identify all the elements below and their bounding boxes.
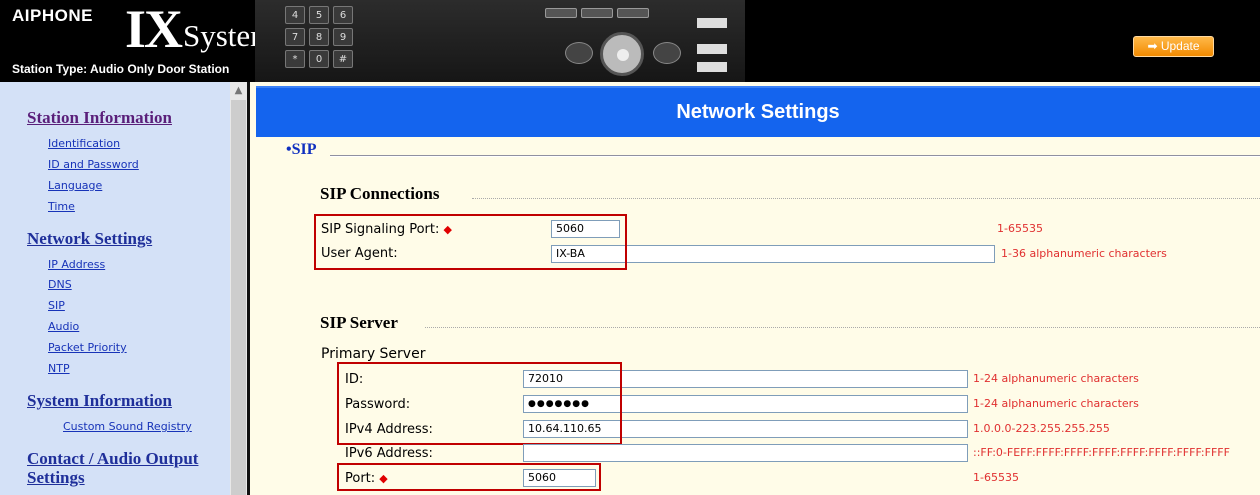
keypad-key: 9 [333, 28, 353, 46]
sidebar-item-ip-address[interactable]: IP Address [48, 258, 105, 271]
sidebar-section-contact-audio-output-line2[interactable]: Settings [27, 468, 85, 488]
sidebar-item-id-password[interactable]: ID and Password [48, 158, 139, 171]
sidebar-item-dns[interactable]: DNS [48, 278, 72, 291]
keypad-key: # [333, 50, 353, 68]
highlight-box [337, 362, 622, 445]
device-nav-pad [600, 32, 644, 76]
device-top-buttons [545, 8, 649, 18]
section-heading-sip: •SIP [286, 141, 317, 158]
ipv6-address-label: IPv6 Address: [345, 446, 433, 461]
keypad-key: 5 [309, 6, 329, 24]
keypad-key: 7 [285, 28, 305, 46]
device-button [617, 8, 649, 18]
highlight-box [337, 463, 601, 491]
sidebar-item-packet-priority[interactable]: Packet Priority [48, 341, 127, 354]
ix-logo: IX [125, 0, 183, 59]
sidebar-item-time[interactable]: Time [48, 200, 75, 213]
sidebar-item-sip[interactable]: SIP [48, 299, 65, 312]
dotted-divider [472, 198, 1260, 199]
device-bar [697, 18, 727, 28]
device-image: 4 5 6 7 8 9 * 0 # [255, 0, 745, 82]
header: AIPHONE IX System Setting Station Type: … [0, 0, 1260, 82]
id-hint: 1-24 alphanumeric characters [973, 372, 1139, 385]
device-side-button [653, 42, 681, 64]
page-title: Network Settings [256, 86, 1260, 137]
keypad-key: 8 [309, 28, 329, 46]
user-agent-hint: 1-36 alphanumeric characters [1001, 247, 1167, 260]
group-heading-sip-server: SIP Server [320, 313, 398, 332]
sidebar-section-contact-audio-output[interactable]: Contact / Audio Output [27, 449, 198, 469]
device-bar [697, 62, 727, 72]
keypad-key: 4 [285, 6, 305, 24]
device-bar [697, 44, 727, 54]
port-hint: 1-65535 [973, 471, 1019, 484]
ipv4-address-hint: 1.0.0.0-223.255.255.255 [973, 422, 1110, 435]
keypad: 4 5 6 7 8 9 * 0 # [285, 6, 353, 68]
keypad-key: 0 [309, 50, 329, 68]
keypad-key: * [285, 50, 305, 68]
sidebar: Station Information Identification ID an… [0, 82, 230, 495]
device-button [581, 8, 613, 18]
scroll-up-arrow-icon[interactable]: ▲ [230, 82, 247, 99]
brand-logo: AIPHONE [12, 6, 93, 25]
station-type: Station Type: Audio Only Door Station [12, 62, 230, 76]
main-content: Network Settings •SIP SIP Connections SI… [250, 82, 1260, 495]
scroll-thumb[interactable] [231, 100, 246, 495]
primary-server-label: Primary Server [321, 346, 426, 362]
highlight-box [314, 214, 627, 270]
sidebar-section-network-settings[interactable]: Network Settings [27, 229, 152, 249]
sidebar-item-identification[interactable]: Identification [48, 137, 120, 150]
sip-signaling-port-hint: 1-65535 [997, 222, 1043, 235]
group-heading-sip-connections: SIP Connections [320, 184, 440, 203]
sidebar-section-station-information[interactable]: Station Information [27, 108, 172, 128]
sidebar-section-system-information[interactable]: System Information [27, 391, 172, 411]
sidebar-scrollbar[interactable]: ▲ [230, 82, 247, 495]
sidebar-item-custom-sound-registry[interactable]: Custom Sound Registry [63, 420, 192, 433]
sidebar-item-language[interactable]: Language [48, 179, 102, 192]
update-button[interactable]: ➡ Update [1133, 36, 1214, 57]
keypad-key: 6 [333, 6, 353, 24]
device-button [545, 8, 577, 18]
ipv6-address-hint: ::FF:0-FEFF:FFFF:FFFF:FFFF:FFFF:FFFF:FFF… [973, 446, 1230, 459]
ipv6-address-input[interactable] [523, 444, 968, 462]
sidebar-item-audio[interactable]: Audio [48, 320, 79, 333]
section-rule [330, 155, 1260, 157]
password-hint: 1-24 alphanumeric characters [973, 397, 1139, 410]
device-side-button [565, 42, 593, 64]
dotted-divider [425, 327, 1260, 328]
sidebar-item-ntp[interactable]: NTP [48, 362, 70, 375]
